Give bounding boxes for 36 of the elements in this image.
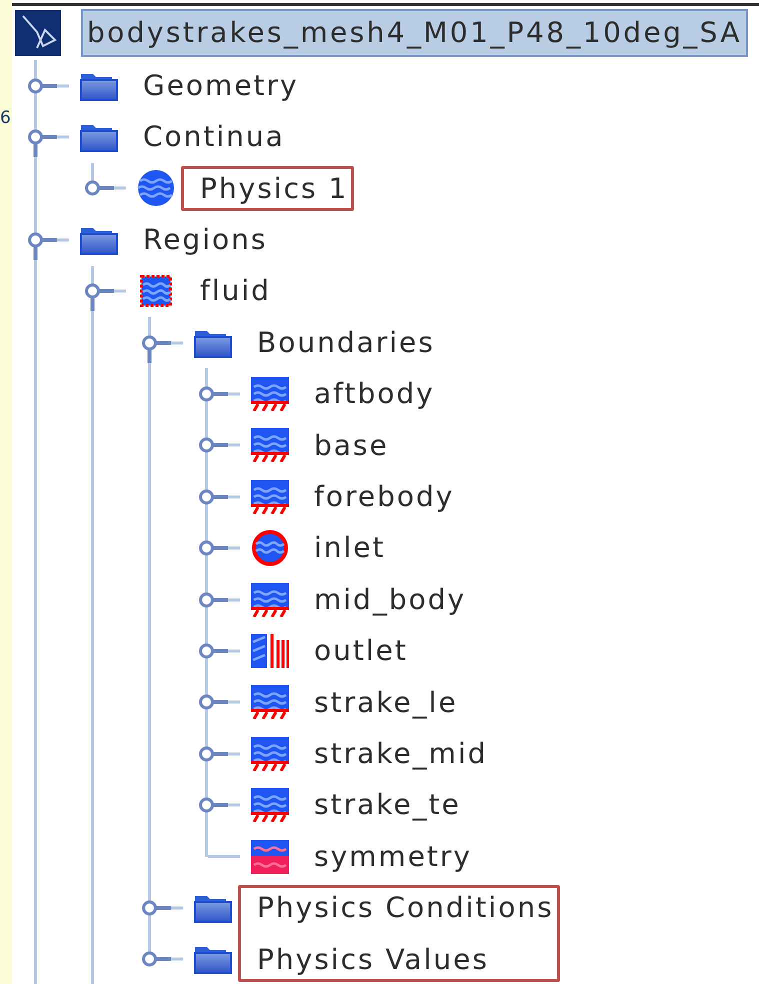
wall-icon — [251, 685, 289, 720]
tree-item-label[interactable]: symmetry — [314, 840, 472, 874]
tree-item-label[interactable]: Physics 1 — [200, 172, 348, 206]
wall-icon — [251, 788, 289, 822]
tree-item-label[interactable]: Continua — [143, 120, 285, 154]
tree-item-label[interactable]: strake_mid — [314, 736, 488, 771]
edge-text: 6 — [0, 110, 12, 127]
tree-item-label[interactable]: Geometry — [143, 68, 299, 102]
wall-icon — [251, 480, 289, 514]
tree-item-label[interactable]: Physics Values — [257, 942, 489, 976]
tree-item-label[interactable]: forebody — [314, 480, 454, 514]
tree-item-label[interactable]: Boundaries — [257, 326, 435, 360]
outlet-icon — [251, 634, 289, 668]
tree-item-label[interactable]: inlet — [314, 531, 386, 565]
tree-item-label[interactable]: base — [314, 428, 389, 462]
wall-icon — [251, 736, 289, 771]
wall-icon — [251, 582, 289, 617]
tree-connector — [208, 855, 240, 858]
tree-item-label[interactable]: strake_te — [314, 788, 461, 822]
region-icon — [140, 275, 172, 308]
tree-item-label[interactable]: outlet — [314, 634, 408, 668]
tree-item-label[interactable]: bodystrakes_mesh4_M01_P48_10deg_SA — [81, 9, 748, 57]
logo-icon — [15, 10, 61, 56]
sphere-icon — [137, 169, 175, 208]
inlet-icon — [251, 529, 289, 568]
tree-item-label[interactable]: fluid — [200, 274, 271, 308]
tree-item-label[interactable]: mid_body — [314, 582, 466, 616]
tree-item-label[interactable]: Physics Conditions — [257, 891, 554, 925]
wall-icon — [251, 377, 289, 412]
folder-icon — [80, 122, 118, 152]
tree-item-label[interactable]: strake_le — [314, 686, 458, 720]
tree-item-label[interactable]: Regions — [143, 223, 268, 257]
symmetry-icon — [251, 840, 289, 874]
folder-icon — [194, 944, 232, 974]
wall-icon — [251, 428, 289, 462]
tree-item-label[interactable]: aftbody — [314, 377, 435, 411]
